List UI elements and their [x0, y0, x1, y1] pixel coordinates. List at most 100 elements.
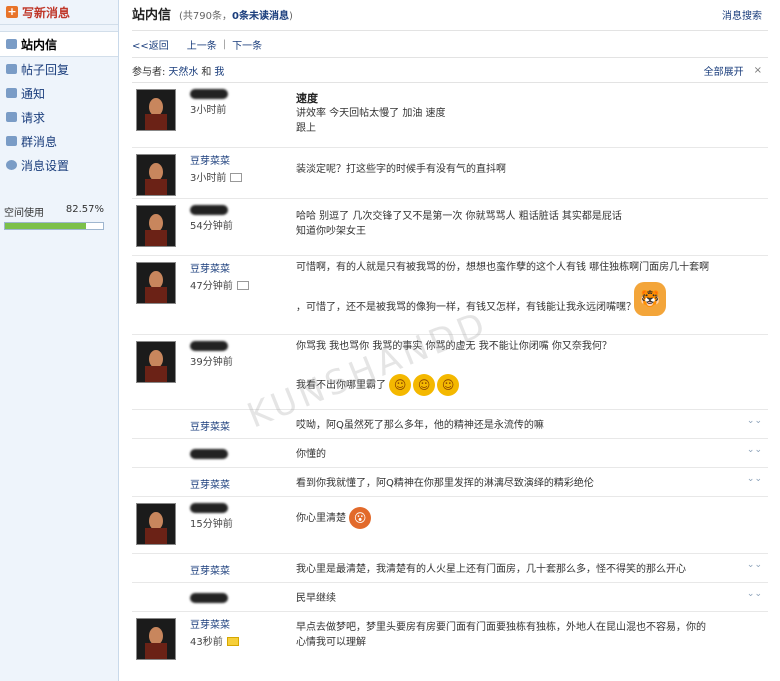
- avatar[interactable]: [136, 618, 176, 660]
- sidebar-item-requests[interactable]: 请求: [0, 105, 118, 129]
- chevron-down-icon[interactable]: ⌄⌄: [747, 416, 762, 426]
- message-line: 你心里清楚: [296, 513, 346, 524]
- message-body: 你心里清楚 😮: [296, 507, 373, 529]
- message-line: 哎呦，阿Q虽然死了那么多年，他的精神还是永流传的嘛: [296, 420, 544, 431]
- sender-name[interactable]: 豆芽菜菜: [190, 152, 242, 167]
- plus-icon: +: [6, 5, 18, 18]
- message-line: 可惜啊，有的人就是只有被我骂的份，想想也蛮作孽的这个人有钱 哪住独栋啊门面房几十…: [296, 262, 710, 273]
- message-toolbar: <<返回 上一条 | 下一条: [132, 31, 768, 58]
- message-line: 装淡定呢？打这些字的时候手有没有气的直抖啊: [296, 164, 506, 175]
- message-body: 装淡定呢？打这些字的时候手有没有气的直抖啊: [296, 162, 506, 177]
- expand-all-button[interactable]: 全部展开: [704, 63, 744, 78]
- group-icon: [6, 136, 17, 146]
- envelope-new-icon: [226, 636, 239, 646]
- message-line: 早点去做梦吧，梦里头要房有房要门面有门面要独栋有独栋，外地人在昆山混也不容易，你…: [296, 622, 706, 633]
- chevron-down-icon[interactable]: ⌄⌄: [747, 589, 762, 599]
- sidebar-item-label: 消息设置: [21, 158, 70, 173]
- avatar[interactable]: [136, 154, 176, 196]
- message-item[interactable]: 你懂的 ⌄⌄: [132, 439, 768, 468]
- sender-name-redacted: [190, 593, 228, 603]
- sidebar-item-post-replies[interactable]: 帖子回复: [0, 57, 118, 81]
- chevron-down-icon[interactable]: ⌄⌄: [747, 474, 762, 484]
- participants-label: 参与者:: [132, 66, 166, 78]
- avatar[interactable]: [136, 341, 176, 383]
- message-thread: 3小时前 速度 讲效率 今天回帖太慢了 加油 速度 跟上 豆芽菜菜 3小时前 装淡…: [132, 83, 768, 666]
- page-header: 站内信 (共790条，0条未读消息) 消息搜索: [132, 0, 768, 31]
- avatar[interactable]: [136, 205, 176, 247]
- sender-name-redacted: [190, 205, 228, 215]
- message-line: 你骂我 我也骂你 我骂的事实 你骂的虚无 我不能让你闭嘴 你又奈我何？: [296, 341, 612, 352]
- avatar[interactable]: [136, 262, 176, 304]
- message-item: 15分钟前 你心里清楚 😮: [132, 497, 768, 554]
- back-link[interactable]: <<返回: [132, 37, 169, 52]
- message-line: 心情我可以理解: [296, 637, 366, 648]
- request-icon: [6, 112, 17, 122]
- space-progress-bar: [4, 222, 104, 230]
- message-time: 3小时前: [190, 173, 227, 184]
- message-item[interactable]: 豆芽菜菜 我心里是最清楚，我清楚有的人火星上还有门面房，几十套那么多，怪不得笑的…: [132, 554, 768, 583]
- unread-count: 0条未读消息: [232, 11, 289, 22]
- message-subject: 速度: [296, 92, 318, 105]
- message-item[interactable]: 豆芽菜菜 哎呦，阿Q虽然死了那么多年，他的精神还是永流传的嘛 ⌄⌄: [132, 410, 768, 439]
- sidebar-item-label: 请求: [21, 110, 46, 125]
- sender-name[interactable]: 豆芽菜菜: [190, 616, 239, 631]
- close-icon[interactable]: ×: [754, 65, 768, 76]
- laugh-emoticon-icon: ☺: [389, 374, 412, 396]
- message-item[interactable]: 豆芽菜菜 看到你我就懂了，阿Q精神在你那里发挥的淋漓尽致演绎的精彩绝伦 ⌄⌄: [132, 468, 768, 497]
- sidebar-item-label: 站内信: [21, 37, 58, 52]
- laugh-emoticon-icon: ☺: [437, 374, 460, 396]
- participants-bar: 参与者: 天然水 和 我 全部展开 ×: [132, 58, 768, 83]
- prev-link[interactable]: 上一条: [187, 37, 217, 52]
- chevron-down-icon[interactable]: ⌄⌄: [747, 560, 762, 570]
- avatar[interactable]: [136, 89, 176, 131]
- sender-name-redacted: [190, 89, 228, 99]
- page-title: 站内信: [132, 8, 172, 23]
- envelope-icon: [6, 39, 17, 49]
- message-line: 你懂的: [296, 449, 326, 460]
- message-line: 讲效率 今天回帖太慢了 加油 速度: [296, 108, 446, 119]
- sender-name[interactable]: 豆芽菜菜: [190, 476, 230, 491]
- message-time: 3小时前: [190, 105, 227, 116]
- message-line: 跟上: [296, 123, 316, 134]
- sidebar-nav: 站内信 帖子回复 通知 请求 群消息 消息设置: [0, 31, 118, 177]
- next-link[interactable]: 下一条: [232, 37, 262, 52]
- reply-icon: [6, 64, 17, 74]
- participants-and: 和: [201, 66, 212, 78]
- sender-name[interactable]: 豆芽菜菜: [190, 562, 230, 577]
- sidebar-item-group[interactable]: 群消息: [0, 129, 118, 153]
- sidebar: + 写新消息 站内信 帖子回复 通知 请求 群消息 消息设置 空间使用 82.5…: [0, 0, 119, 681]
- avatar[interactable]: [136, 503, 176, 545]
- space-value: 82.57%: [65, 204, 104, 215]
- message-item: 39分钟前 你骂我 我也骂你 我骂的事实 你骂的虚无 我不能让你闭嘴 你又奈我何…: [132, 335, 768, 410]
- space-label: 空间使用: [4, 208, 44, 219]
- message-item: 豆芽菜菜 47分钟前 可惜啊，有的人就是只有被我骂的份，想想也蛮作孽的这个人有钱 …: [132, 256, 768, 335]
- sidebar-item-inbox[interactable]: 站内信: [0, 31, 118, 57]
- envelope-read-icon: [230, 172, 243, 182]
- laugh-emoticon-icon: ☺: [413, 374, 436, 396]
- space-progress-fill: [5, 223, 86, 229]
- participant-link[interactable]: 天然水: [168, 63, 198, 78]
- settings-icon: [6, 160, 17, 170]
- message-line: 看到你我就懂了，阿Q精神在你那里发挥的淋漓尽致演绎的精彩绝伦: [296, 478, 594, 489]
- message-item: 豆芽菜菜 43秒前 早点去做梦吧，梦里头要房有房要门面有门面要独栋有独栋，外地人在…: [132, 612, 768, 666]
- tiger-emoticon-icon: 🐯: [634, 282, 666, 316]
- message-item[interactable]: 民早继续 ⌄⌄: [132, 583, 768, 612]
- sender-name[interactable]: 豆芽菜菜: [190, 418, 230, 433]
- compose-button[interactable]: + 写新消息: [0, 0, 118, 25]
- compose-label: 写新消息: [22, 5, 71, 20]
- chevron-down-icon[interactable]: ⌄⌄: [747, 445, 762, 455]
- sidebar-item-label: 帖子回复: [21, 62, 70, 77]
- sidebar-item-label: 通知: [21, 86, 46, 101]
- sidebar-item-notify[interactable]: 通知: [0, 81, 118, 105]
- message-time: 47分钟前: [190, 281, 233, 292]
- message-line: 知道你吵架女王: [296, 226, 366, 237]
- sidebar-item-settings[interactable]: 消息设置: [0, 153, 118, 177]
- message-count: (共790条，0条未读消息): [179, 11, 293, 22]
- participant-me[interactable]: 我: [214, 63, 224, 78]
- message-line: 哈哈 别逗了 几次交锋了又不是第一次 你就骂骂人 粗话脏话 其实都是屁话: [296, 211, 622, 222]
- toolbar-separator: |: [222, 38, 227, 50]
- sender-name[interactable]: 豆芽菜菜: [190, 260, 249, 275]
- message-search-link[interactable]: 消息搜索: [722, 7, 768, 22]
- message-time: 54分钟前: [190, 221, 233, 232]
- message-body: 哈哈 别逗了 几次交锋了又不是第一次 你就骂骂人 粗话脏话 其实都是屁话 知道你…: [296, 209, 622, 239]
